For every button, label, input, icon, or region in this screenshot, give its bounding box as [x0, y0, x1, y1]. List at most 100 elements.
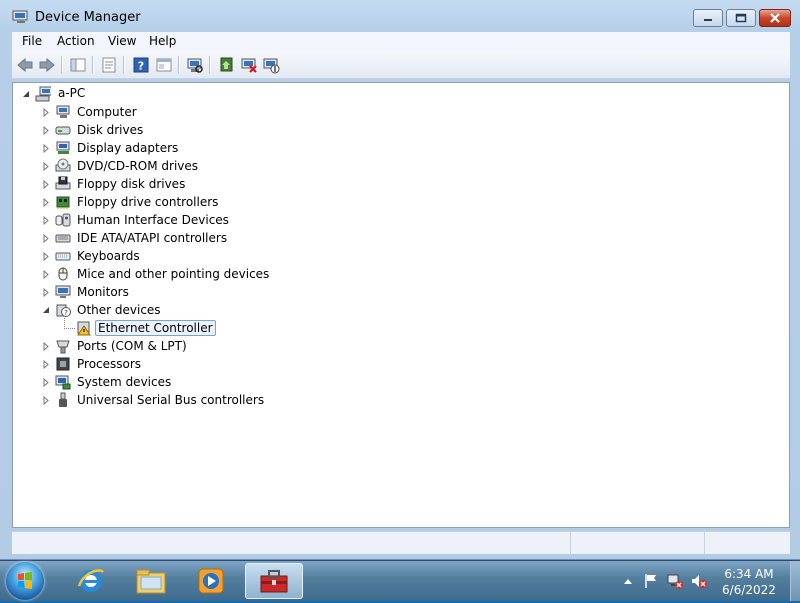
- usb-icon: [55, 392, 71, 408]
- disk-drive-icon: [55, 122, 71, 138]
- properties-icon[interactable]: [100, 56, 118, 74]
- computer-icon: [55, 104, 71, 120]
- expand-arrow-icon[interactable]: [42, 270, 51, 279]
- view-icon[interactable]: [155, 56, 173, 74]
- window-title: Device Manager: [35, 10, 141, 25]
- minimize-button[interactable]: [693, 9, 723, 27]
- scan-hardware-icon[interactable]: [186, 56, 204, 74]
- processor-icon: [55, 356, 71, 372]
- title-bar[interactable]: Device Manager: [0, 0, 800, 32]
- system-device-icon: [55, 374, 71, 390]
- device-manager-toolbox-icon[interactable]: [245, 563, 303, 599]
- expand-arrow-icon[interactable]: [42, 180, 51, 189]
- floppy-controller-icon: [55, 194, 71, 210]
- collapse-arrow-icon[interactable]: [22, 90, 31, 99]
- start-button[interactable]: [6, 562, 44, 600]
- tree-category-label[interactable]: Keyboards: [77, 249, 140, 263]
- tree-category-label[interactable]: Ports (COM & LPT): [77, 339, 187, 353]
- tree-category-label[interactable]: Disk drives: [77, 123, 143, 137]
- expand-arrow-icon[interactable]: [42, 342, 51, 351]
- network-error-icon[interactable]: [667, 573, 683, 589]
- keyboard-icon: [55, 248, 71, 264]
- help-icon[interactable]: ?: [132, 56, 150, 74]
- update-driver-icon[interactable]: [218, 56, 236, 74]
- menu-file[interactable]: File: [22, 34, 42, 48]
- tree-category-label[interactable]: Universal Serial Bus controllers: [77, 393, 264, 407]
- expand-arrow-icon[interactable]: [42, 126, 51, 135]
- mouse-icon: [55, 266, 71, 282]
- menu-bar: File Action View Help: [12, 32, 790, 52]
- tree-root-label[interactable]: a-PC: [58, 86, 85, 100]
- hid-icon: [55, 212, 71, 228]
- expand-arrow-icon[interactable]: [42, 396, 51, 405]
- tree-category-label[interactable]: Other devices: [77, 303, 161, 317]
- forward-arrow-icon[interactable]: [38, 56, 56, 74]
- toolbar-separator: [123, 56, 125, 74]
- clock-date: 6/6/2022: [722, 583, 776, 597]
- taskbar-clock[interactable]: 6:34 AM 6/6/2022: [714, 566, 784, 598]
- tree-category-label[interactable]: Computer: [77, 105, 137, 119]
- collapse-arrow-icon[interactable]: [42, 306, 51, 315]
- tree-device-label[interactable]: Ethernet Controller: [95, 320, 216, 336]
- expand-arrow-icon[interactable]: [42, 216, 51, 225]
- expand-arrow-icon[interactable]: [42, 162, 51, 171]
- tree-category-label[interactable]: Human Interface Devices: [77, 213, 229, 227]
- expand-arrow-icon[interactable]: [42, 198, 51, 207]
- tree-category-label[interactable]: Processors: [77, 357, 141, 371]
- floppy-disk-icon: [55, 176, 71, 192]
- ide-controller-icon: [55, 230, 71, 246]
- tree-category-label[interactable]: Floppy disk drives: [77, 177, 185, 191]
- clock-time: 6:34 AM: [724, 567, 774, 581]
- tree-category-label[interactable]: Monitors: [77, 285, 129, 299]
- toolbar: ?: [12, 52, 790, 79]
- toolbar-separator: [178, 56, 180, 74]
- tree-category-label[interactable]: System devices: [77, 375, 171, 389]
- toolbar-separator: [61, 56, 63, 74]
- display-adapter-icon: [55, 140, 71, 156]
- svg-text:?: ?: [64, 309, 68, 317]
- expand-arrow-icon[interactable]: [42, 288, 51, 297]
- expand-arrow-icon[interactable]: [42, 108, 51, 117]
- dvd-drive-icon: [55, 158, 71, 174]
- computer-root-icon: [35, 86, 51, 102]
- disable-icon[interactable]: [262, 56, 280, 74]
- expand-arrow-icon[interactable]: [42, 360, 51, 369]
- port-icon: [55, 338, 71, 354]
- media-player-icon[interactable]: [182, 563, 240, 599]
- device-tree-pane[interactable]: a-PC Computer Disk drives Display adapters…: [12, 82, 790, 528]
- close-button[interactable]: [759, 9, 791, 27]
- taskbar: 6:34 AM 6/6/2022: [0, 560, 800, 601]
- tree-category-label[interactable]: Mice and other pointing devices: [77, 267, 269, 281]
- expand-arrow-icon[interactable]: [42, 378, 51, 387]
- expand-arrow-icon[interactable]: [42, 144, 51, 153]
- monitor-icon: [55, 284, 71, 300]
- status-segment: [704, 532, 791, 554]
- show-hidden-icons-icon[interactable]: [620, 573, 636, 589]
- expand-arrow-icon[interactable]: [42, 252, 51, 261]
- menu-action[interactable]: Action: [57, 34, 95, 48]
- menu-view[interactable]: View: [108, 34, 136, 48]
- back-arrow-icon[interactable]: [16, 56, 34, 74]
- tree-category-label[interactable]: Display adapters: [77, 141, 178, 155]
- status-segment: [570, 532, 705, 554]
- show-desktop-button[interactable]: [790, 561, 800, 601]
- maximize-button[interactable]: [726, 9, 756, 27]
- internet-explorer-icon[interactable]: [62, 563, 120, 599]
- windows-explorer-icon[interactable]: [122, 563, 180, 599]
- svg-text:?: ?: [138, 60, 144, 73]
- uninstall-icon[interactable]: [240, 56, 258, 74]
- action-center-flag-icon[interactable]: [643, 573, 659, 589]
- windows-logo-icon: [18, 572, 32, 589]
- toolbar-separator: [209, 56, 211, 74]
- tree-category-label[interactable]: Floppy drive controllers: [77, 195, 218, 209]
- unknown-device-icon: ?: [55, 302, 71, 318]
- device-manager-icon: [12, 9, 30, 25]
- expand-arrow-icon[interactable]: [42, 234, 51, 243]
- tree-category-label[interactable]: DVD/CD-ROM drives: [77, 159, 198, 173]
- tree-category-label[interactable]: IDE ATA/ATAPI controllers: [77, 231, 227, 245]
- menu-help[interactable]: Help: [149, 34, 176, 48]
- status-bar: [12, 531, 790, 554]
- show-hide-tree-icon[interactable]: [69, 56, 87, 74]
- volume-muted-icon[interactable]: [691, 573, 707, 589]
- tree-connector-line: [64, 318, 75, 329]
